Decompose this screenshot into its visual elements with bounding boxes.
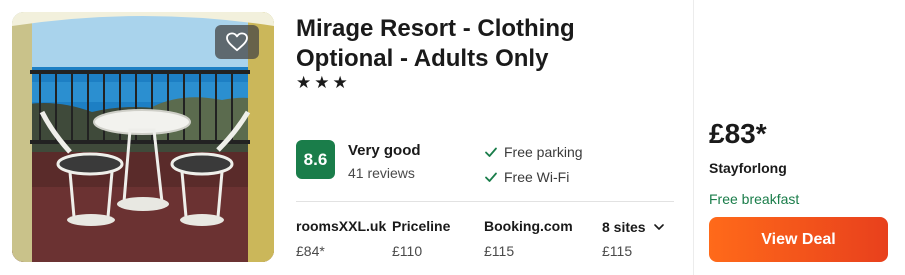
site-name[interactable]: roomsXXL.uk: [296, 218, 386, 234]
more-sites-dropdown[interactable]: 8 sites: [602, 219, 664, 235]
deal-perk: Free breakfast: [709, 191, 800, 207]
star-rating: ★★★: [296, 73, 351, 92]
review-count-link[interactable]: 41 reviews: [348, 165, 415, 181]
deal-price: £83*: [709, 118, 767, 149]
site-name[interactable]: Booking.com: [484, 218, 573, 234]
deal-provider: Stayforlong: [709, 160, 787, 176]
site-price[interactable]: £115: [484, 243, 514, 259]
column-separator: [693, 0, 694, 275]
check-icon: [485, 172, 497, 182]
divider: [296, 201, 674, 202]
rating-score-badge: 8.6: [296, 140, 335, 179]
more-sites-label: 8 sites: [602, 219, 646, 235]
amenity-item: Free parking: [484, 144, 583, 160]
site-name[interactable]: Priceline: [392, 218, 450, 234]
view-deal-button[interactable]: View Deal: [709, 217, 888, 262]
amenity-label: Free Wi-Fi: [504, 169, 570, 185]
more-sites-price[interactable]: £115: [602, 243, 632, 259]
site-price[interactable]: £84*: [296, 243, 325, 259]
favorite-button[interactable]: [215, 25, 259, 59]
amenity-item: Free Wi-Fi: [484, 169, 569, 185]
amenity-label: Free parking: [504, 144, 583, 160]
hotel-name[interactable]: Mirage Resort - Clothing Optional - Adul…: [296, 14, 626, 74]
site-price[interactable]: £110: [392, 243, 422, 259]
rating-label: Very good: [348, 142, 421, 159]
heart-icon: [226, 32, 248, 52]
check-icon: [485, 147, 497, 157]
chevron-down-icon: [653, 223, 664, 230]
